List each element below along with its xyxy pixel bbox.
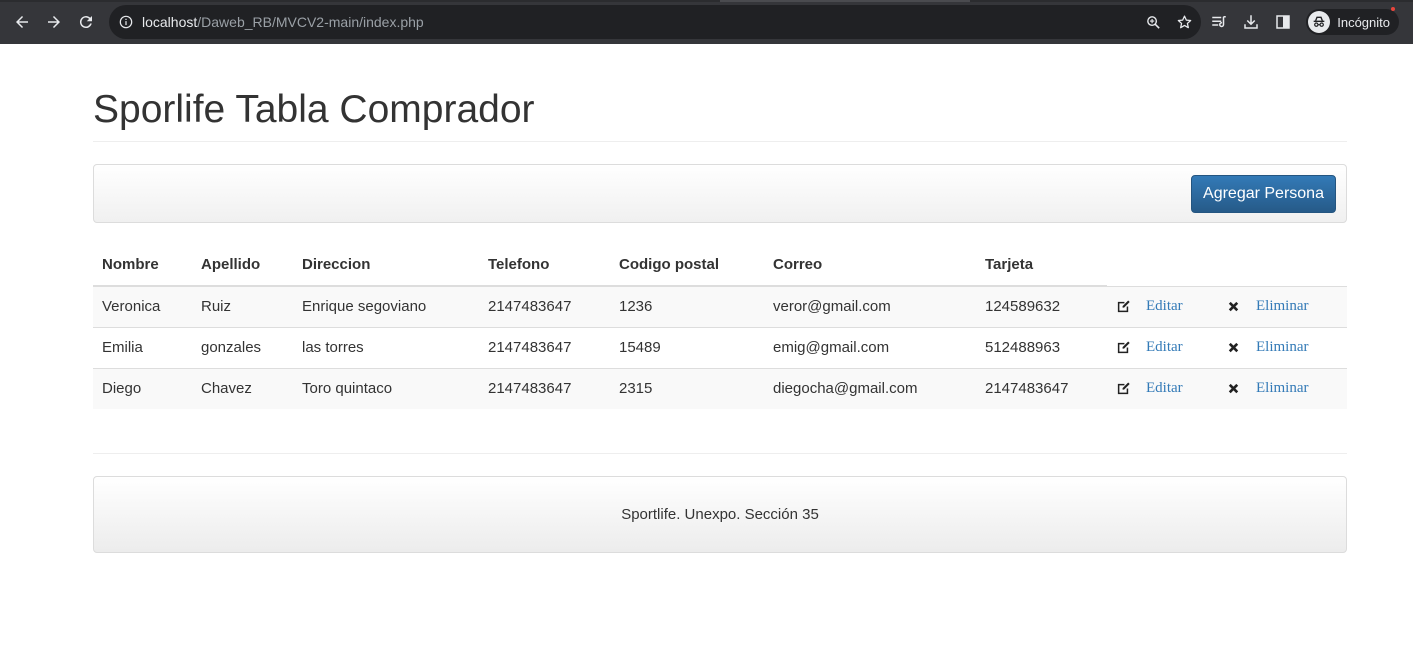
tab-strip	[0, 0, 1413, 2]
cell-telefono: 2147483647	[479, 286, 610, 327]
page-container: Sporlife Tabla Comprador Agregar Persona…	[93, 44, 1347, 553]
cell-edit: Editar	[1107, 367, 1217, 409]
cell-tarjeta: 512488963	[976, 326, 1107, 368]
cell-correo: veror@gmail.com	[764, 286, 976, 327]
cell-tarjeta: 2147483647	[976, 367, 1107, 409]
cell-nombre: Veronica	[93, 286, 192, 327]
edit-icon[interactable]	[1116, 340, 1131, 355]
page-title: Sporlife Tabla Comprador	[93, 88, 535, 131]
cell-direccion: las torres	[293, 326, 479, 368]
cell-direccion: Enrique segoviano	[293, 286, 479, 327]
edit-link[interactable]: Editar	[1146, 380, 1183, 397]
cell-delete: Eliminar	[1217, 286, 1347, 327]
cell-correo: diegocha@gmail.com	[764, 367, 976, 409]
url-text[interactable]: localhost/Daweb_RB/MVCV2-main/index.php	[142, 14, 424, 30]
cell-codigo-postal: 2315	[610, 367, 764, 409]
address-bar[interactable]: localhost/Daweb_RB/MVCV2-main/index.php	[109, 5, 1201, 39]
table-row: Diego Chavez Toro quintaco 2147483647 23…	[93, 367, 1347, 409]
remove-icon[interactable]	[1226, 381, 1241, 396]
footer-text: Sportlife. Unexpo. Sección 35	[621, 506, 819, 523]
side-panel-icon[interactable]	[1274, 13, 1292, 31]
incognito-label: Incógnito	[1337, 14, 1390, 30]
column-header: Direccion	[293, 243, 479, 287]
url-path: /Daweb_RB/MVCV2-main/index.php	[197, 14, 424, 30]
add-person-button[interactable]: Agregar Persona	[1191, 175, 1336, 213]
cell-nombre: Diego	[93, 367, 192, 409]
delete-link[interactable]: Eliminar	[1256, 298, 1309, 315]
reload-button[interactable]	[70, 6, 102, 38]
buyers-table: Nombre Apellido Direccion Telefono Codig…	[93, 243, 1347, 409]
column-header: Tarjeta	[976, 243, 1107, 287]
column-header: Correo	[764, 243, 976, 287]
download-icon[interactable]	[1242, 13, 1260, 31]
column-header-empty	[1217, 243, 1347, 287]
cell-delete: Eliminar	[1217, 326, 1347, 368]
delete-link[interactable]: Eliminar	[1256, 380, 1309, 397]
footer-panel: Sportlife. Unexpo. Sección 35	[93, 476, 1347, 553]
notification-dot	[1391, 7, 1395, 11]
cell-tarjeta: 124589632	[976, 286, 1107, 327]
cell-apellido: Chavez	[192, 367, 293, 409]
zoom-icon[interactable]	[1145, 14, 1162, 31]
arrow-left-icon	[16, 16, 28, 28]
cell-edit: Editar	[1107, 286, 1217, 327]
arrow-right-icon	[48, 16, 60, 28]
table-row: Emilia gonzales las torres 2147483647 15…	[93, 326, 1347, 368]
cell-edit: Editar	[1107, 326, 1217, 368]
table-row: Veronica Ruiz Enrique segoviano 21474836…	[93, 286, 1347, 327]
cell-apellido: Ruiz	[192, 286, 293, 327]
action-bar: Agregar Persona	[93, 164, 1347, 223]
cell-nombre: Emilia	[93, 326, 192, 368]
delete-link[interactable]: Eliminar	[1256, 339, 1309, 356]
cell-correo: emig@gmail.com	[764, 326, 976, 368]
column-header: Telefono	[479, 243, 610, 287]
cell-telefono: 2147483647	[479, 367, 610, 409]
incognito-indicator[interactable]: Incógnito	[1306, 7, 1399, 35]
forward-button[interactable]	[38, 6, 70, 38]
cell-codigo-postal: 1236	[610, 286, 764, 327]
table-header-row: Nombre Apellido Direccion Telefono Codig…	[93, 243, 1347, 287]
bookmark-star-icon[interactable]	[1176, 14, 1193, 31]
browser-toolbar: localhost/Daweb_RB/MVCV2-main/index.php	[0, 0, 1413, 44]
footer-divider	[93, 453, 1347, 454]
reload-icon	[79, 16, 92, 29]
edit-icon[interactable]	[1116, 299, 1131, 314]
cell-delete: Eliminar	[1217, 367, 1347, 409]
cell-telefono: 2147483647	[479, 326, 610, 368]
remove-icon[interactable]	[1226, 340, 1241, 355]
column-header: Codigo postal	[610, 243, 764, 287]
column-header: Apellido	[192, 243, 293, 287]
info-icon[interactable]	[119, 15, 133, 29]
edit-link[interactable]: Editar	[1146, 298, 1183, 315]
back-button[interactable]	[6, 6, 38, 38]
column-header: Nombre	[93, 243, 192, 287]
url-host: localhost	[142, 14, 198, 30]
cell-codigo-postal: 15489	[610, 326, 764, 368]
cell-direccion: Toro quintaco	[293, 367, 479, 409]
edit-link[interactable]: Editar	[1146, 339, 1183, 356]
incognito-icon	[1308, 11, 1331, 33]
column-header-empty	[1107, 243, 1217, 287]
reading-list-icon[interactable]	[1210, 13, 1228, 31]
cell-apellido: gonzales	[192, 326, 293, 368]
remove-icon[interactable]	[1226, 299, 1241, 314]
title-divider	[93, 141, 1347, 142]
edit-icon[interactable]	[1116, 381, 1131, 396]
